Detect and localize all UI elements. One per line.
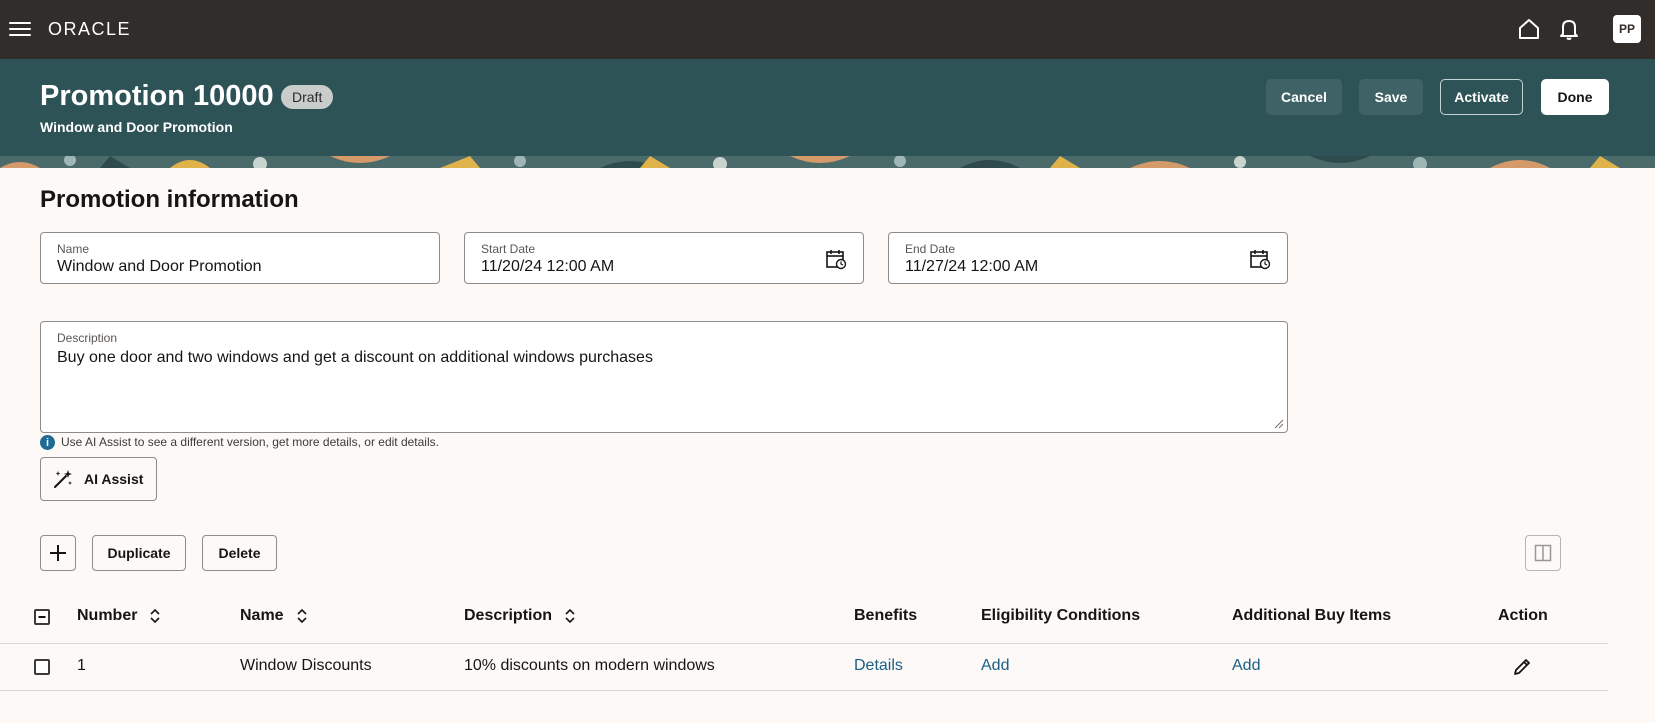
page-subtitle: Window and Door Promotion bbox=[40, 119, 233, 135]
description-value[interactable]: Buy one door and two windows and get a d… bbox=[57, 349, 653, 367]
sort-icon[interactable] bbox=[149, 608, 161, 624]
ai-assist-helper: i Use AI Assist to see a different versi… bbox=[40, 433, 439, 450]
user-avatar[interactable]: PP bbox=[1613, 15, 1641, 43]
page-title: Promotion 10000 bbox=[40, 80, 274, 112]
calendar-icon[interactable] bbox=[1249, 248, 1271, 270]
cancel-button[interactable]: Cancel bbox=[1266, 79, 1342, 115]
columns-icon bbox=[1534, 544, 1552, 562]
add-row-button[interactable] bbox=[40, 535, 76, 571]
column-header-number-label: Number bbox=[77, 607, 138, 624]
column-layout-button[interactable] bbox=[1525, 535, 1561, 571]
minus-icon bbox=[38, 616, 46, 618]
name-field-value[interactable]: Window and Door Promotion bbox=[57, 258, 262, 276]
sort-icon[interactable] bbox=[296, 608, 308, 624]
info-icon: i bbox=[40, 435, 55, 450]
start-date-field[interactable]: Start Date 11/20/24 12:00 AM bbox=[464, 232, 864, 284]
column-header-benefits: Benefits bbox=[854, 607, 918, 624]
save-button[interactable]: Save bbox=[1359, 79, 1423, 115]
column-header-name[interactable]: Name bbox=[240, 607, 308, 625]
name-field[interactable]: Name Window and Door Promotion bbox=[40, 232, 440, 284]
table-header-divider bbox=[0, 643, 1608, 644]
column-header-description-label: Description bbox=[464, 607, 553, 624]
done-button[interactable]: Done bbox=[1541, 79, 1609, 115]
oracle-logo[interactable]: ORACLE bbox=[48, 19, 131, 40]
column-header-action: Action bbox=[1498, 607, 1548, 624]
name-field-label: Name bbox=[57, 242, 90, 256]
magic-wand-icon bbox=[54, 470, 72, 488]
column-header-description[interactable]: Description bbox=[464, 607, 576, 625]
end-date-label: End Date bbox=[905, 242, 956, 256]
calendar-icon[interactable] bbox=[825, 248, 847, 270]
eligibility-add-link[interactable]: Add bbox=[981, 657, 1009, 675]
row-select-checkbox[interactable] bbox=[34, 659, 50, 675]
row-description: 10% discounts on modern windows bbox=[464, 657, 715, 674]
column-header-additional-buy-items: Additional Buy Items bbox=[1232, 607, 1392, 624]
description-label: Description bbox=[57, 331, 118, 345]
column-header-name-label: Name bbox=[240, 607, 284, 624]
plus-icon bbox=[50, 545, 66, 561]
start-date-label: Start Date bbox=[481, 242, 536, 256]
end-date-value[interactable]: 11/27/24 12:00 AM bbox=[905, 258, 1038, 276]
duplicate-button[interactable]: Duplicate bbox=[92, 535, 186, 571]
home-icon[interactable] bbox=[1516, 16, 1542, 42]
column-header-eligibility: Eligibility Conditions bbox=[981, 607, 1141, 624]
bell-icon[interactable] bbox=[1556, 16, 1582, 42]
helper-text: Use AI Assist to see a different version… bbox=[61, 434, 439, 449]
row-number: 1 bbox=[77, 657, 86, 674]
status-badge: Draft bbox=[281, 85, 334, 109]
column-header-number[interactable]: Number bbox=[77, 607, 161, 625]
description-field[interactable]: Description Buy one door and two windows… bbox=[40, 321, 1288, 433]
ai-assist-label: AI Assist bbox=[84, 471, 144, 487]
end-date-field[interactable]: End Date 11/27/24 12:00 AM bbox=[888, 232, 1288, 284]
decorative-banner bbox=[0, 156, 1655, 168]
table-row-divider bbox=[0, 690, 1608, 691]
start-date-value[interactable]: 11/20/24 12:00 AM bbox=[481, 258, 614, 276]
top-navigation-bar: ORACLE PP bbox=[0, 0, 1655, 59]
activate-button[interactable]: Activate bbox=[1440, 79, 1523, 115]
pencil-edit-icon[interactable] bbox=[1511, 656, 1533, 678]
sort-icon[interactable] bbox=[564, 608, 576, 624]
ai-assist-button[interactable]: AI Assist bbox=[40, 457, 157, 501]
section-title: Promotion information bbox=[40, 186, 299, 213]
additional-buy-items-add-link[interactable]: Add bbox=[1232, 657, 1260, 675]
resize-handle-icon[interactable] bbox=[1272, 417, 1284, 429]
hamburger-menu-icon[interactable] bbox=[9, 18, 31, 40]
delete-button[interactable]: Delete bbox=[202, 535, 277, 571]
row-name: Window Discounts bbox=[240, 657, 372, 674]
benefits-details-link[interactable]: Details bbox=[854, 657, 903, 675]
select-all-checkbox[interactable] bbox=[34, 609, 50, 625]
